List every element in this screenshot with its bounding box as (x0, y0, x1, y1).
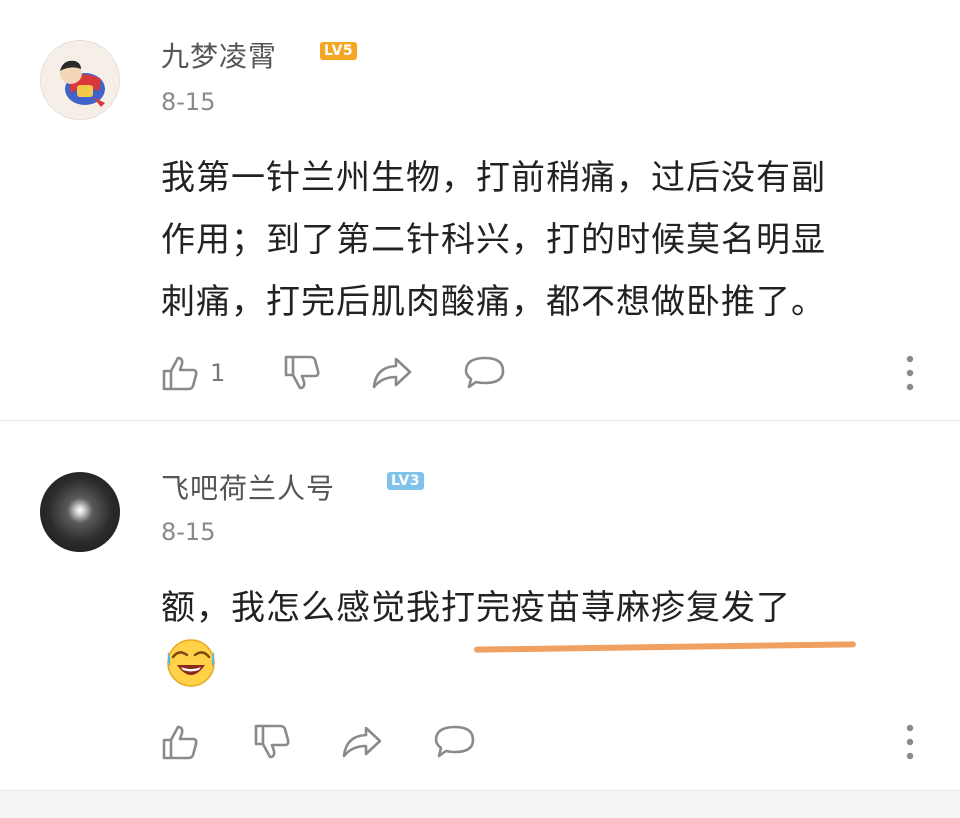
comment-text-line: 刺痛，打完后肌肉酸痛，都不想做卧推了。 (161, 282, 826, 322)
reply-button[interactable] (463, 353, 507, 393)
comment-date: 8-15 (161, 518, 216, 546)
reply-icon (464, 356, 505, 389)
dislike-icon (254, 724, 290, 759)
avatar[interactable] (40, 40, 120, 120)
username[interactable]: 飞吧荷兰人号 (161, 467, 335, 507)
like-button[interactable] (160, 722, 210, 762)
laugh-cry-emoji (165, 637, 217, 689)
share-icon (342, 726, 382, 758)
username[interactable]: 九梦凌霄 (161, 35, 277, 75)
comment-text-line: 额，我怎么感觉我打完疫苗荨麻疹复发了 (161, 588, 791, 628)
share-button[interactable] (370, 353, 414, 393)
more-button[interactable] (900, 722, 920, 762)
more-icon (906, 724, 914, 760)
level-badge: LV3 (387, 472, 425, 490)
dislike-button[interactable] (252, 722, 292, 762)
reply-button[interactable] (433, 722, 477, 762)
dislike-icon (284, 355, 320, 390)
comment-text-line: 作用；到了第二针科兴，打的时候莫名明显 (161, 220, 826, 260)
highlight-underline (473, 641, 857, 653)
like-button[interactable]: 1 (160, 353, 225, 393)
like-count: 1 (210, 359, 226, 387)
comment-item: 飞吧荷兰人号 LV3 8-15 额，我怎么感觉我打完疫苗荨麻疹复发了 (0, 420, 960, 790)
like-icon (162, 356, 198, 391)
share-icon (372, 357, 412, 389)
comment-actions: 1 (160, 353, 920, 393)
share-button[interactable] (340, 722, 384, 762)
more-icon (906, 355, 914, 391)
comment-actions (160, 722, 920, 762)
level-badge: LV5 (320, 42, 358, 60)
more-button[interactable] (900, 353, 920, 393)
dislike-button[interactable] (282, 353, 322, 393)
comment-text-line: 我第一针兰州生物，打前稍痛，过后没有副 (161, 158, 826, 198)
like-icon (162, 725, 198, 760)
reply-icon (434, 725, 475, 758)
avatar-image (41, 41, 119, 119)
list-bottom-divider (0, 790, 960, 818)
avatar[interactable] (40, 472, 120, 552)
comment-item: 九梦凌霄 LV5 8-15 我第一针兰州生物，打前稍痛，过后没有副 作用；到了第… (0, 0, 960, 420)
comment-date: 8-15 (161, 88, 216, 116)
